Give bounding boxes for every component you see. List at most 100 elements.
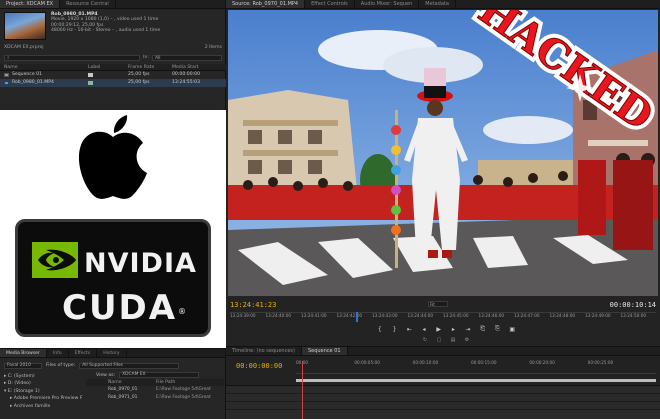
source-monitor-tabbar: Source: Rob_0970_01.MP4 Effect Controls … xyxy=(226,0,660,9)
col-file-path[interactable]: File Path xyxy=(156,379,175,386)
file-list-header: Name File Path xyxy=(86,379,224,386)
track[interactable] xyxy=(226,386,660,394)
tab-audio-mixer[interactable]: Audio Mixer: Sequen xyxy=(355,0,420,8)
tree-item[interactable]: ▸ D: (Video) xyxy=(4,380,84,387)
col-label[interactable]: Label xyxy=(84,64,128,70)
row-media-start: 13:24:55:03 xyxy=(172,80,201,85)
view-as-row: View as: XDCAM EX xyxy=(86,371,224,379)
project-table: Name Label Frame Rate Media Start Sequen… xyxy=(0,64,226,87)
play-icon[interactable]: ▶ xyxy=(435,325,443,333)
source-playhead[interactable] xyxy=(356,312,358,322)
transport-controls: { } ⇤ ◂ ▶ ▸ ⇥ ⎗ ⎘ ▣ xyxy=(376,324,516,334)
timeline-timecode[interactable]: 00:00:00:00 xyxy=(236,362,282,370)
go-to-out-icon[interactable]: ⇥ xyxy=(464,325,472,333)
clip-info: Rob_0980_01.MP4 Movie, 1920 x 1080 (1,0)… xyxy=(4,12,222,42)
media-browser-file-list: View as: XDCAM EX Name File Path Rob_097… xyxy=(86,371,224,402)
row-frame-rate: 25,00 fps xyxy=(128,72,150,77)
tree-item[interactable]: ▸ Adobe Premiere Pro Preview F xyxy=(4,395,84,402)
tab-metadata[interactable]: Metadata xyxy=(419,0,456,8)
mark-in-icon[interactable]: { xyxy=(376,325,384,333)
drive-select[interactable]: Faval 2010 xyxy=(4,362,42,369)
tab-project[interactable]: Project: XDCAM EX xyxy=(0,0,61,8)
in-select[interactable]: All xyxy=(152,54,222,61)
row-name: Rob_0980_01.MP4 xyxy=(12,80,54,85)
project-file-name: XDCAM EX.prproj xyxy=(4,45,44,50)
in-label: In: xyxy=(143,55,149,60)
search-input[interactable]: ⌕ xyxy=(4,54,141,61)
ruler-tick-label: 13:24:48:00 xyxy=(549,313,576,318)
cuda-wordmark: CUDA xyxy=(62,288,178,328)
search-row: ⌕ In: All xyxy=(4,54,222,61)
tab-effects[interactable]: Effects xyxy=(69,349,98,357)
timeline-ruler[interactable]: 00:0000:00:05:0000:00:10:0000:00:15:0000… xyxy=(296,360,656,374)
tab-source[interactable]: Source: Rob_0970_01.MP4 xyxy=(226,0,306,8)
ruler-tick-label: 13:24:45:00 xyxy=(443,313,469,318)
tab-info[interactable]: Info xyxy=(47,349,69,357)
list-item[interactable]: Rob_0970_01 E:\Raw Footage 5d\Great xyxy=(86,386,224,394)
timeline-tracks[interactable] xyxy=(226,385,660,419)
ruler-tick-label: 00:00:25:00 xyxy=(587,360,614,365)
tab-media-browser[interactable]: Media Browser xyxy=(0,349,47,357)
tab-timeline-empty[interactable]: Timeline: (no sequences) xyxy=(226,347,302,355)
ruler-tick-label: 13:24:39:00 xyxy=(230,313,256,318)
track[interactable] xyxy=(226,394,660,402)
clip-thumbnail[interactable] xyxy=(4,12,46,40)
zoom-fit-select[interactable]: Fit xyxy=(428,301,448,307)
video-frame[interactable]: HACKED HACKED xyxy=(228,10,658,296)
settings-icon[interactable]: ⚙ xyxy=(463,336,471,344)
tab-resource-central[interactable]: Resource Central xyxy=(60,0,116,8)
file-path: E:\Raw Footage 5d\Great xyxy=(156,395,211,400)
view-as-label: View as: xyxy=(96,372,116,378)
source-time-ruler[interactable]: 13:24:39:00 13:24:40:00 13:24:41:00 13:24:4… xyxy=(230,312,656,322)
folder-tree: ▸ C: (System) ▸ D: (Video) ▾ E: (Storage… xyxy=(4,373,84,410)
list-item[interactable]: Rob_0971_01 E:\Raw Footage 5d\Great xyxy=(86,394,224,402)
timeline-playhead[interactable] xyxy=(302,361,303,419)
tree-item[interactable]: ▾ E: (Storage 1) xyxy=(4,388,84,395)
files-of-type-label: Files of type: xyxy=(46,363,76,368)
registered-mark: ® xyxy=(178,307,186,316)
mark-out-icon[interactable]: } xyxy=(391,325,399,333)
col-name[interactable]: Name xyxy=(86,379,156,386)
media-browser-filter-row: Faval 2010 Files of type: All Supported … xyxy=(4,362,222,369)
track[interactable] xyxy=(226,402,660,410)
media-browser-panel: Media Browser Info Effects History Faval… xyxy=(0,348,226,419)
tab-history[interactable]: History xyxy=(97,349,127,357)
tree-item[interactable]: ▸ C: (System) xyxy=(4,373,84,380)
timeline-work-area-bar[interactable] xyxy=(296,379,656,382)
view-as-select[interactable]: XDCAM EX xyxy=(119,372,200,378)
files-of-type-select[interactable]: All Supported Files xyxy=(79,362,180,369)
step-back-icon[interactable]: ◂ xyxy=(420,325,428,333)
ruler-tick-label: 13:24:43:00 xyxy=(372,313,398,318)
step-forward-icon[interactable]: ▸ xyxy=(450,325,458,333)
source-timecode-row: 13:24:41:23 Fit 00:00:10:14 xyxy=(230,300,656,309)
tree-item[interactable]: ▸ Archives famille xyxy=(4,403,84,410)
tab-sequence-01[interactable]: Sequence 01 xyxy=(301,347,348,355)
table-row[interactable]: Sequence 01 25,00 fps 00:00:00:00 xyxy=(0,71,226,79)
ruler-tick-label: 00:00:20:00 xyxy=(529,360,555,365)
apple-logo-icon xyxy=(78,115,147,199)
ruler-tick-label: 00:00:15:00 xyxy=(471,360,497,365)
table-row[interactable]: Rob_0980_01.MP4 25,00 fps 13:24:55:03 xyxy=(0,79,226,87)
safe-margins-icon[interactable]: ▢ xyxy=(435,336,443,344)
item-count: 2 Items xyxy=(204,45,222,50)
export-frame-icon[interactable]: ▣ xyxy=(508,325,516,333)
insert-icon[interactable]: ⎗ xyxy=(479,325,487,333)
timeline-panel: Timeline: (no sequences) Sequence 01 00:… xyxy=(226,346,660,419)
col-name[interactable]: Name xyxy=(0,64,84,70)
clip-audio-info: 48000 Hz - 16-bit - Stereo – , audio use… xyxy=(51,28,161,34)
overwrite-icon[interactable]: ⎘ xyxy=(494,325,502,333)
source-current-timecode[interactable]: 13:24:41:23 xyxy=(230,301,276,309)
tab-effect-controls[interactable]: Effect Controls xyxy=(305,0,355,8)
project-panel: Project: XDCAM EX Resource Central Rob_0… xyxy=(0,0,226,110)
col-media-start[interactable]: Media Start xyxy=(172,64,226,70)
go-to-in-icon[interactable]: ⇤ xyxy=(405,325,413,333)
loop-icon[interactable]: ↻ xyxy=(421,336,429,344)
file-name: Rob_0971_01 xyxy=(108,395,138,400)
label-swatch xyxy=(88,81,93,85)
nvidia-logo-area: NVIDIA CUDA ® xyxy=(0,208,226,348)
col-frame-rate[interactable]: Frame Rate xyxy=(128,64,172,70)
file-path: E:\Raw Footage 5d\Great xyxy=(156,387,211,392)
output-icon[interactable]: ▤ xyxy=(449,336,457,344)
row-media-start: 00:00:00:00 xyxy=(172,72,201,77)
ruler-tick-label: 13:24:41:00 xyxy=(301,313,327,318)
